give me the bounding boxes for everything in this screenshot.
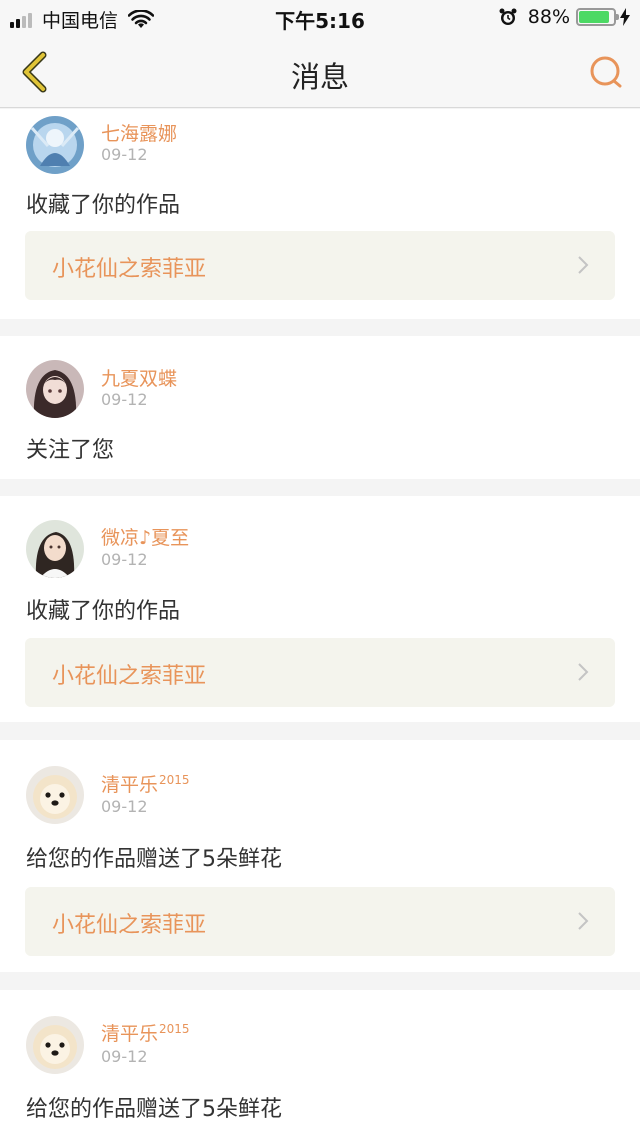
message-date: 09-12 — [101, 390, 148, 409]
work-link[interactable]: 小花仙之索菲亚 — [25, 887, 615, 956]
nav-bar: 消息 — [0, 36, 640, 108]
chevron-right-icon — [578, 256, 589, 274]
avatar[interactable] — [26, 766, 84, 824]
search-button[interactable] — [586, 52, 626, 92]
message-action: 收藏了你的作品 — [26, 599, 181, 624]
avatar[interactable] — [26, 116, 84, 174]
avatar[interactable] — [26, 1016, 84, 1074]
message-action: 收藏了你的作品 — [26, 193, 181, 218]
message-card: 清平乐2015 09-12 给您的作品赠送了5朵鲜花 — [0, 990, 640, 1139]
message-action: 给您的作品赠送了5朵鲜花 — [26, 1097, 282, 1122]
message-action: 给您的作品赠送了5朵鲜花 — [26, 847, 282, 872]
work-link[interactable]: 小花仙之索菲亚 — [25, 638, 615, 707]
message-date: 09-12 — [101, 550, 148, 569]
page-title: 消息 — [290, 60, 349, 94]
message-card: 微凉♪夏至 09-12 收藏了你的作品 小花仙之索菲亚 — [0, 496, 640, 722]
username[interactable]: 七海露娜 — [101, 119, 177, 146]
chevron-right-icon — [578, 912, 589, 930]
message-date: 09-12 — [101, 797, 148, 816]
message-date: 09-12 — [101, 145, 148, 164]
username-text: 清平乐 — [101, 774, 159, 796]
username-text: 清平乐 — [101, 1023, 159, 1045]
battery-percent: 88% — [527, 6, 570, 28]
message-date: 09-12 — [101, 1047, 148, 1066]
avatar[interactable] — [26, 360, 84, 418]
status-bar: 中国电信 下午5:16 88% — [0, 0, 640, 36]
work-title: 小花仙之索菲亚 — [52, 913, 207, 938]
username[interactable]: 清平乐2015 — [101, 770, 190, 797]
message-card: 七海露娜 09-12 收藏了你的作品 小花仙之索菲亚 — [0, 109, 640, 319]
chevron-right-icon — [578, 663, 589, 681]
search-icon — [590, 56, 622, 88]
avatar[interactable] — [26, 520, 84, 578]
username[interactable]: 微凉♪夏至 — [101, 523, 189, 550]
message-card: 九夏双蝶 09-12 关注了您 — [0, 336, 640, 479]
message-list[interactable]: 七海露娜 09-12 收藏了你的作品 小花仙之索菲亚 九夏双蝶 09-12 关注… — [0, 109, 640, 1139]
message-card: 清平乐2015 09-12 给您的作品赠送了5朵鲜花 小花仙之索菲亚 — [0, 740, 640, 972]
username-badge: 2015 — [159, 773, 190, 787]
username-badge: 2015 — [159, 1022, 190, 1036]
message-action: 关注了您 — [26, 438, 115, 463]
work-title: 小花仙之索菲亚 — [52, 257, 207, 282]
charging-icon — [620, 8, 630, 26]
username[interactable]: 九夏双蝶 — [101, 364, 177, 391]
work-link[interactable]: 小花仙之索菲亚 — [25, 231, 615, 300]
alarm-icon — [499, 8, 517, 25]
battery-icon — [576, 8, 619, 26]
work-title: 小花仙之索菲亚 — [52, 664, 207, 689]
username[interactable]: 清平乐2015 — [101, 1019, 190, 1046]
